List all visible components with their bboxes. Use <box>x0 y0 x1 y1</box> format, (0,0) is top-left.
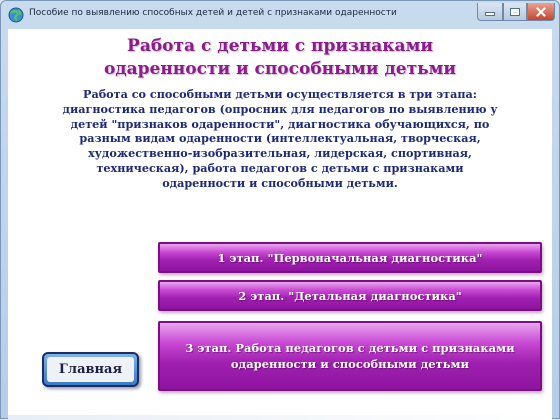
intro-line: художественно-изобразительная, лидерская… <box>88 146 472 161</box>
intro-line: разным видам одаренности (интеллектуальн… <box>79 131 481 146</box>
stage-1-button[interactable]: 1 этап. "Первоначальная диагностика" <box>158 242 542 273</box>
bottom-edge <box>8 415 552 420</box>
maximize-icon <box>511 8 519 15</box>
intro-line: одаренности и способными детьми. <box>162 175 398 190</box>
home-button-label: Главная <box>47 357 134 382</box>
stage-3-label-line-1: 3 этап. Работа педагогов с детьми с приз… <box>185 341 515 355</box>
stage-2-button[interactable]: 2 этап. "Детальная диагностика" <box>158 280 542 311</box>
minimize-button[interactable] <box>477 3 503 21</box>
close-button[interactable] <box>527 3 555 21</box>
close-icon <box>536 6 546 17</box>
minimize-icon <box>486 13 494 15</box>
app-globe-icon <box>8 7 24 23</box>
page-title-line-2: одаренности и способными детьми <box>103 59 457 79</box>
stage-3-button[interactable]: 3 этап. Работа педагогов с детьми с приз… <box>158 321 542 391</box>
slide-content: Работа с детьми с признаками одаренности… <box>8 29 552 420</box>
stage-1-label: 1 этап. "Первоначальная диагностика" <box>217 250 483 265</box>
intro-line: диагностика педагогов (опросник для педа… <box>62 101 498 116</box>
intro-text: Работа со способными детьми осуществляет… <box>22 87 538 191</box>
home-button[interactable]: Главная <box>42 352 139 387</box>
window-title: Пособие по выявлению способных детей и д… <box>29 8 397 18</box>
page-title: Работа с детьми с признаками одаренности… <box>8 35 552 81</box>
maximize-button[interactable] <box>503 3 527 21</box>
intro-line: техническая), работа педагогов с детьми … <box>96 160 464 175</box>
intro-line: детей "признаков одаренности", диагности… <box>70 116 490 131</box>
stage-3-label-line-2: одаренности и способными детьми <box>230 357 470 371</box>
application-window: Пособие по выявлению способных детей и д… <box>0 0 560 420</box>
stage-2-label: 2 этап. "Детальная диагностика" <box>238 288 462 303</box>
page-title-line-1: Работа с детьми с признаками <box>127 36 433 56</box>
title-bar[interactable]: Пособие по выявлению способных детей и д… <box>1 1 559 29</box>
intro-line: Работа со способными детьми осуществляет… <box>83 87 477 101</box>
stage-3-label: 3 этап. Работа педагогов с детьми с приз… <box>185 340 514 372</box>
